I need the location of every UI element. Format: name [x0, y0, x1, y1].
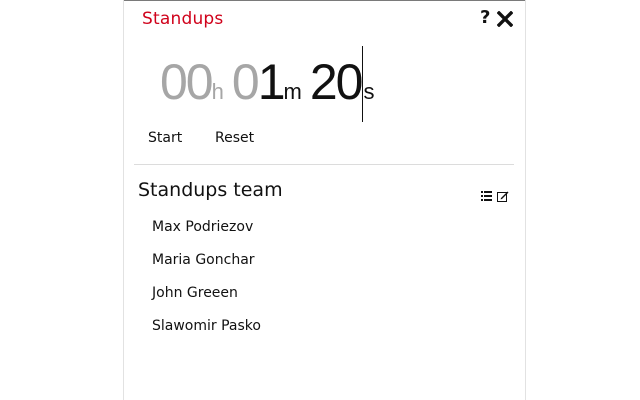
page: Standups ? 00h 01m 20 s Start Reset Standup…	[0, 0, 640, 400]
timer-display[interactable]: 00h 01m 20 s	[160, 46, 382, 122]
timer-hours-unit: h	[211, 79, 224, 104]
close-icon[interactable]	[496, 7, 514, 29]
help-icon[interactable]: ?	[480, 7, 490, 29]
text-caret	[362, 46, 364, 122]
section-divider	[134, 164, 514, 165]
standups-panel: Standups ? 00h 01m 20 s Start Reset Standup…	[123, 0, 526, 400]
team-member-item[interactable]: John Greeen	[152, 283, 261, 316]
list-icon[interactable]	[481, 191, 492, 201]
timer-seconds-group[interactable]: 20	[310, 46, 364, 122]
timer-minutes-lead[interactable]: 0	[232, 52, 260, 112]
team-member-item[interactable]: Max Podriezov	[152, 217, 261, 250]
panel-top-border	[124, 0, 525, 1]
reset-button[interactable]: Reset	[215, 130, 254, 146]
timer-minutes[interactable]: 1	[258, 52, 286, 112]
app-title: Standups	[142, 9, 224, 29]
team-member-item[interactable]: Slawomir Pasko	[152, 316, 261, 349]
start-button[interactable]: Start	[148, 130, 182, 146]
team-member-list: Max Podriezov Maria Gonchar John Greeen …	[152, 217, 261, 349]
timer-seconds[interactable]: 20	[310, 52, 364, 112]
timer-hours[interactable]: 00	[160, 52, 214, 112]
team-member-item[interactable]: Maria Gonchar	[152, 250, 261, 283]
timer-minutes-unit: m	[283, 79, 302, 104]
timer-seconds-unit: s	[363, 79, 375, 104]
team-title: Standups team	[138, 179, 283, 201]
edit-icon[interactable]	[497, 190, 509, 202]
